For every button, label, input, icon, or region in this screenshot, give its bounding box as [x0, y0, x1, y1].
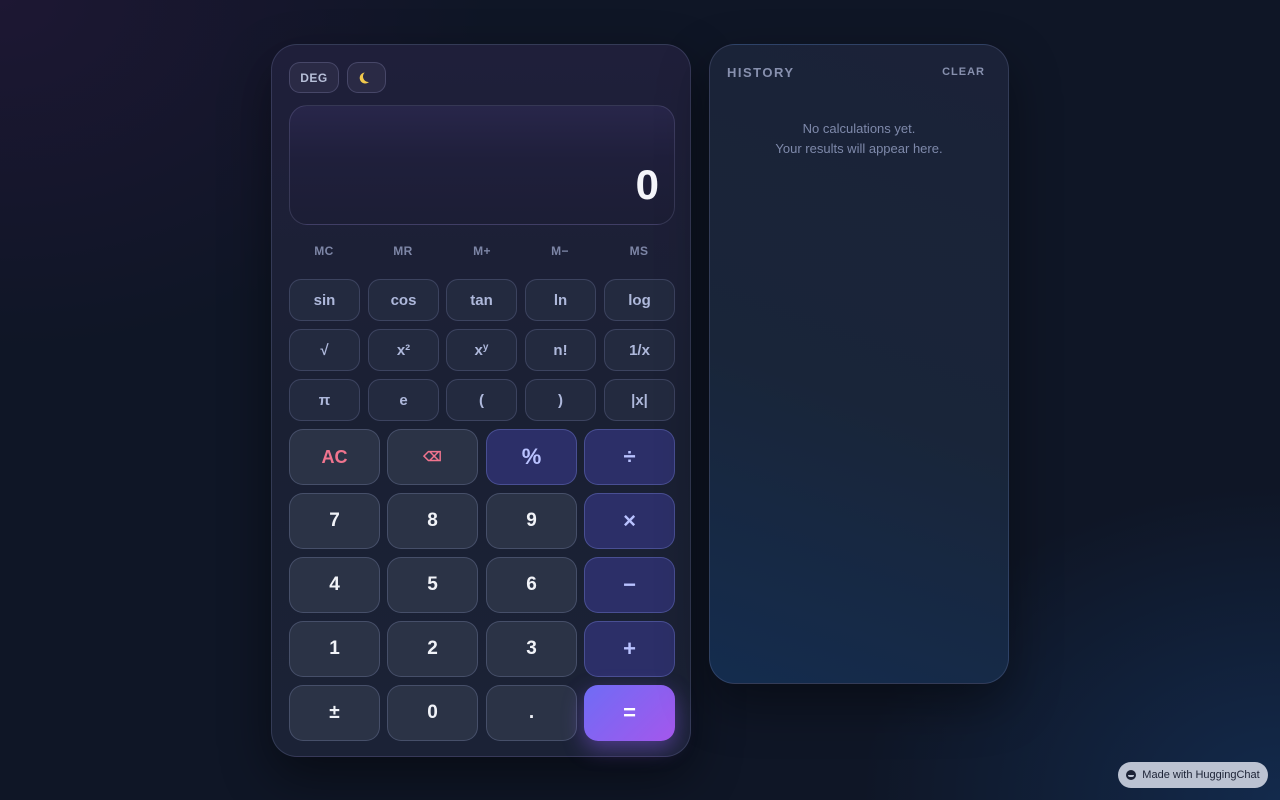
- digit-7-button[interactable]: 7: [289, 493, 380, 549]
- digit-4-button[interactable]: 4: [289, 557, 380, 613]
- power-button[interactable]: xy: [446, 329, 517, 371]
- subtract-button[interactable]: −: [584, 557, 675, 613]
- made-with-badge[interactable]: Made with HuggingChat: [1118, 762, 1268, 788]
- abs-button[interactable]: |x|: [604, 379, 675, 421]
- factorial-button[interactable]: n!: [525, 329, 596, 371]
- history-empty-line-2: Your results will appear here.: [775, 141, 943, 156]
- all-clear-button[interactable]: AC: [289, 429, 380, 485]
- square-button[interactable]: x²: [368, 329, 439, 371]
- add-button[interactable]: +: [584, 621, 675, 677]
- sqrt-button[interactable]: √: [289, 329, 360, 371]
- calculator-display: 0: [289, 105, 675, 225]
- power-exponent-label: y: [482, 341, 489, 353]
- badge-label: Made with HuggingChat: [1142, 769, 1260, 781]
- tan-button[interactable]: tan: [446, 279, 517, 321]
- square-exponent-label: ²: [405, 341, 411, 359]
- close-paren-button[interactable]: ): [525, 379, 596, 421]
- history-title: HISTORY: [727, 65, 795, 80]
- memory-add-button[interactable]: M+: [447, 241, 517, 261]
- digit-5-button[interactable]: 5: [387, 557, 478, 613]
- calculator-panel: DEG 0 MC MR M+ M− MS sin cos tan ln log …: [271, 44, 691, 757]
- toggle-sign-button[interactable]: ±: [289, 685, 380, 741]
- moon-icon: [362, 70, 375, 83]
- square-base-label: x: [396, 341, 406, 359]
- euler-button[interactable]: e: [368, 379, 439, 421]
- digit-3-button[interactable]: 3: [486, 621, 577, 677]
- history-empty-message: No calculations yet. Your results will a…: [710, 119, 1008, 159]
- digit-0-button[interactable]: 0: [387, 685, 478, 741]
- memory-recall-button[interactable]: MR: [368, 241, 438, 261]
- decimal-button[interactable]: .: [486, 685, 577, 741]
- display-value: 0: [635, 161, 659, 208]
- multiply-button[interactable]: ×: [584, 493, 675, 549]
- history-empty-line-1: No calculations yet.: [802, 121, 916, 136]
- digit-2-button[interactable]: 2: [387, 621, 478, 677]
- digit-6-button[interactable]: 6: [486, 557, 577, 613]
- theme-toggle-button[interactable]: [347, 62, 386, 93]
- percent-button[interactable]: %: [486, 429, 577, 485]
- sin-button[interactable]: sin: [289, 279, 360, 321]
- digit-8-button[interactable]: 8: [387, 493, 478, 549]
- digit-9-button[interactable]: 9: [486, 493, 577, 549]
- backspace-button[interactable]: ⌫: [387, 429, 478, 485]
- memory-row: MC MR M+ M− MS: [289, 241, 675, 261]
- power-base-label: x: [474, 341, 483, 359]
- history-panel: HISTORY CLEAR No calculations yet. Your …: [709, 44, 1009, 684]
- angle-mode-button[interactable]: DEG: [289, 62, 339, 93]
- memory-store-button[interactable]: MS: [604, 241, 674, 261]
- open-paren-button[interactable]: (: [446, 379, 517, 421]
- ln-button[interactable]: ln: [525, 279, 596, 321]
- digit-1-button[interactable]: 1: [289, 621, 380, 677]
- huggingface-icon: [1126, 770, 1137, 780]
- equals-button[interactable]: =: [584, 685, 675, 741]
- reciprocal-button[interactable]: 1/x: [604, 329, 675, 371]
- log-button[interactable]: log: [604, 279, 675, 321]
- cos-button[interactable]: cos: [368, 279, 439, 321]
- memory-subtract-button[interactable]: M−: [525, 241, 595, 261]
- history-clear-button[interactable]: CLEAR: [942, 66, 985, 78]
- divide-button[interactable]: ÷: [584, 429, 675, 485]
- memory-clear-button[interactable]: MC: [289, 241, 359, 261]
- backspace-icon: ⌫: [423, 449, 442, 464]
- pi-button[interactable]: π: [289, 379, 360, 421]
